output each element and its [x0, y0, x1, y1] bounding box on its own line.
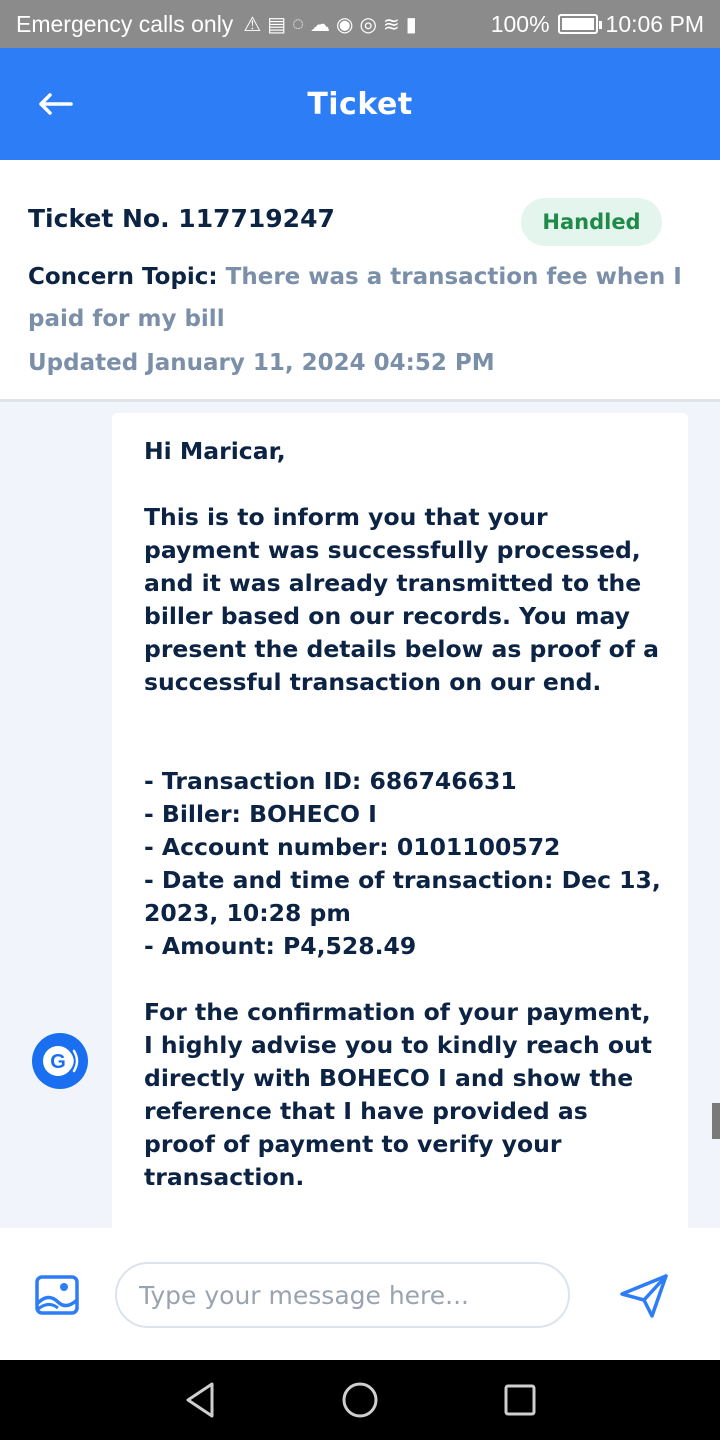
ticket-number: Ticket No. 117719247 [28, 204, 335, 233]
cloud-icon: ☁ [310, 13, 331, 36]
page-title: Ticket [307, 86, 413, 122]
recents-square-icon [504, 1384, 536, 1416]
svg-text:G: G [50, 1051, 66, 1073]
concern-topic-label: Concern Topic: [28, 264, 218, 290]
app-bar: Ticket [0, 48, 720, 160]
carrier-text: Emergency calls only [16, 10, 234, 37]
eye-icon: ◎ [359, 13, 377, 36]
back-button[interactable] [30, 82, 80, 126]
back-triangle-icon [186, 1382, 214, 1418]
status-left: Emergency calls only ⚠ ▤ ◌ ☁ ◉ ◎ ≋ ▮ [16, 11, 417, 38]
status-badge: Handled [521, 198, 662, 246]
nav-back-button[interactable] [180, 1380, 220, 1420]
battery-fill [561, 18, 594, 30]
battery-icon [557, 14, 602, 34]
signal-icon: ▮ [405, 13, 417, 36]
battery-percent: 100% [490, 10, 550, 37]
system-nav-bar [0, 1360, 720, 1440]
status-right: 100% 10:06 PM [491, 11, 704, 38]
scrollbar-thumb[interactable] [712, 1103, 720, 1139]
wifi-icon: ≋ [382, 13, 400, 36]
updated-timestamp: Updated January 11, 2024 04:52 PM [28, 350, 495, 376]
message-list[interactable]: G Hi Maricar, This is to inform you that… [0, 405, 720, 1228]
message-bubble: Hi Maricar, This is to inform you that y… [112, 413, 688, 1228]
image-attach-icon [35, 1275, 79, 1315]
home-circle-icon [342, 1382, 378, 1418]
warning-icon: ⚠ [243, 13, 262, 36]
calendar-icon: ▤ [267, 13, 287, 36]
status-bar: Emergency calls only ⚠ ▤ ◌ ☁ ◉ ◎ ≋ ▮ 100… [0, 0, 720, 48]
messenger-icon: ◌ [292, 12, 305, 35]
chrome-icon: ◉ [336, 13, 354, 36]
agent-avatar: G [32, 1033, 88, 1089]
arrow-left-icon [39, 93, 73, 115]
nav-recents-button[interactable] [500, 1380, 540, 1420]
message-input[interactable] [115, 1262, 570, 1328]
concern-topic: Concern Topic: There was a transaction f… [28, 256, 698, 340]
nav-home-button[interactable] [340, 1380, 380, 1420]
ticket-header: Ticket No. 117719247 Handled Concern Top… [0, 160, 720, 402]
status-icons: ⚠ ▤ ◌ ☁ ◉ ◎ ≋ ▮ [243, 12, 416, 37]
send-button[interactable] [616, 1270, 672, 1322]
attach-image-button[interactable] [34, 1274, 80, 1316]
clock: 10:06 PM [605, 10, 704, 37]
send-icon [620, 1274, 668, 1318]
gcash-g-icon: G [43, 1046, 79, 1076]
message-composer [0, 1228, 720, 1360]
